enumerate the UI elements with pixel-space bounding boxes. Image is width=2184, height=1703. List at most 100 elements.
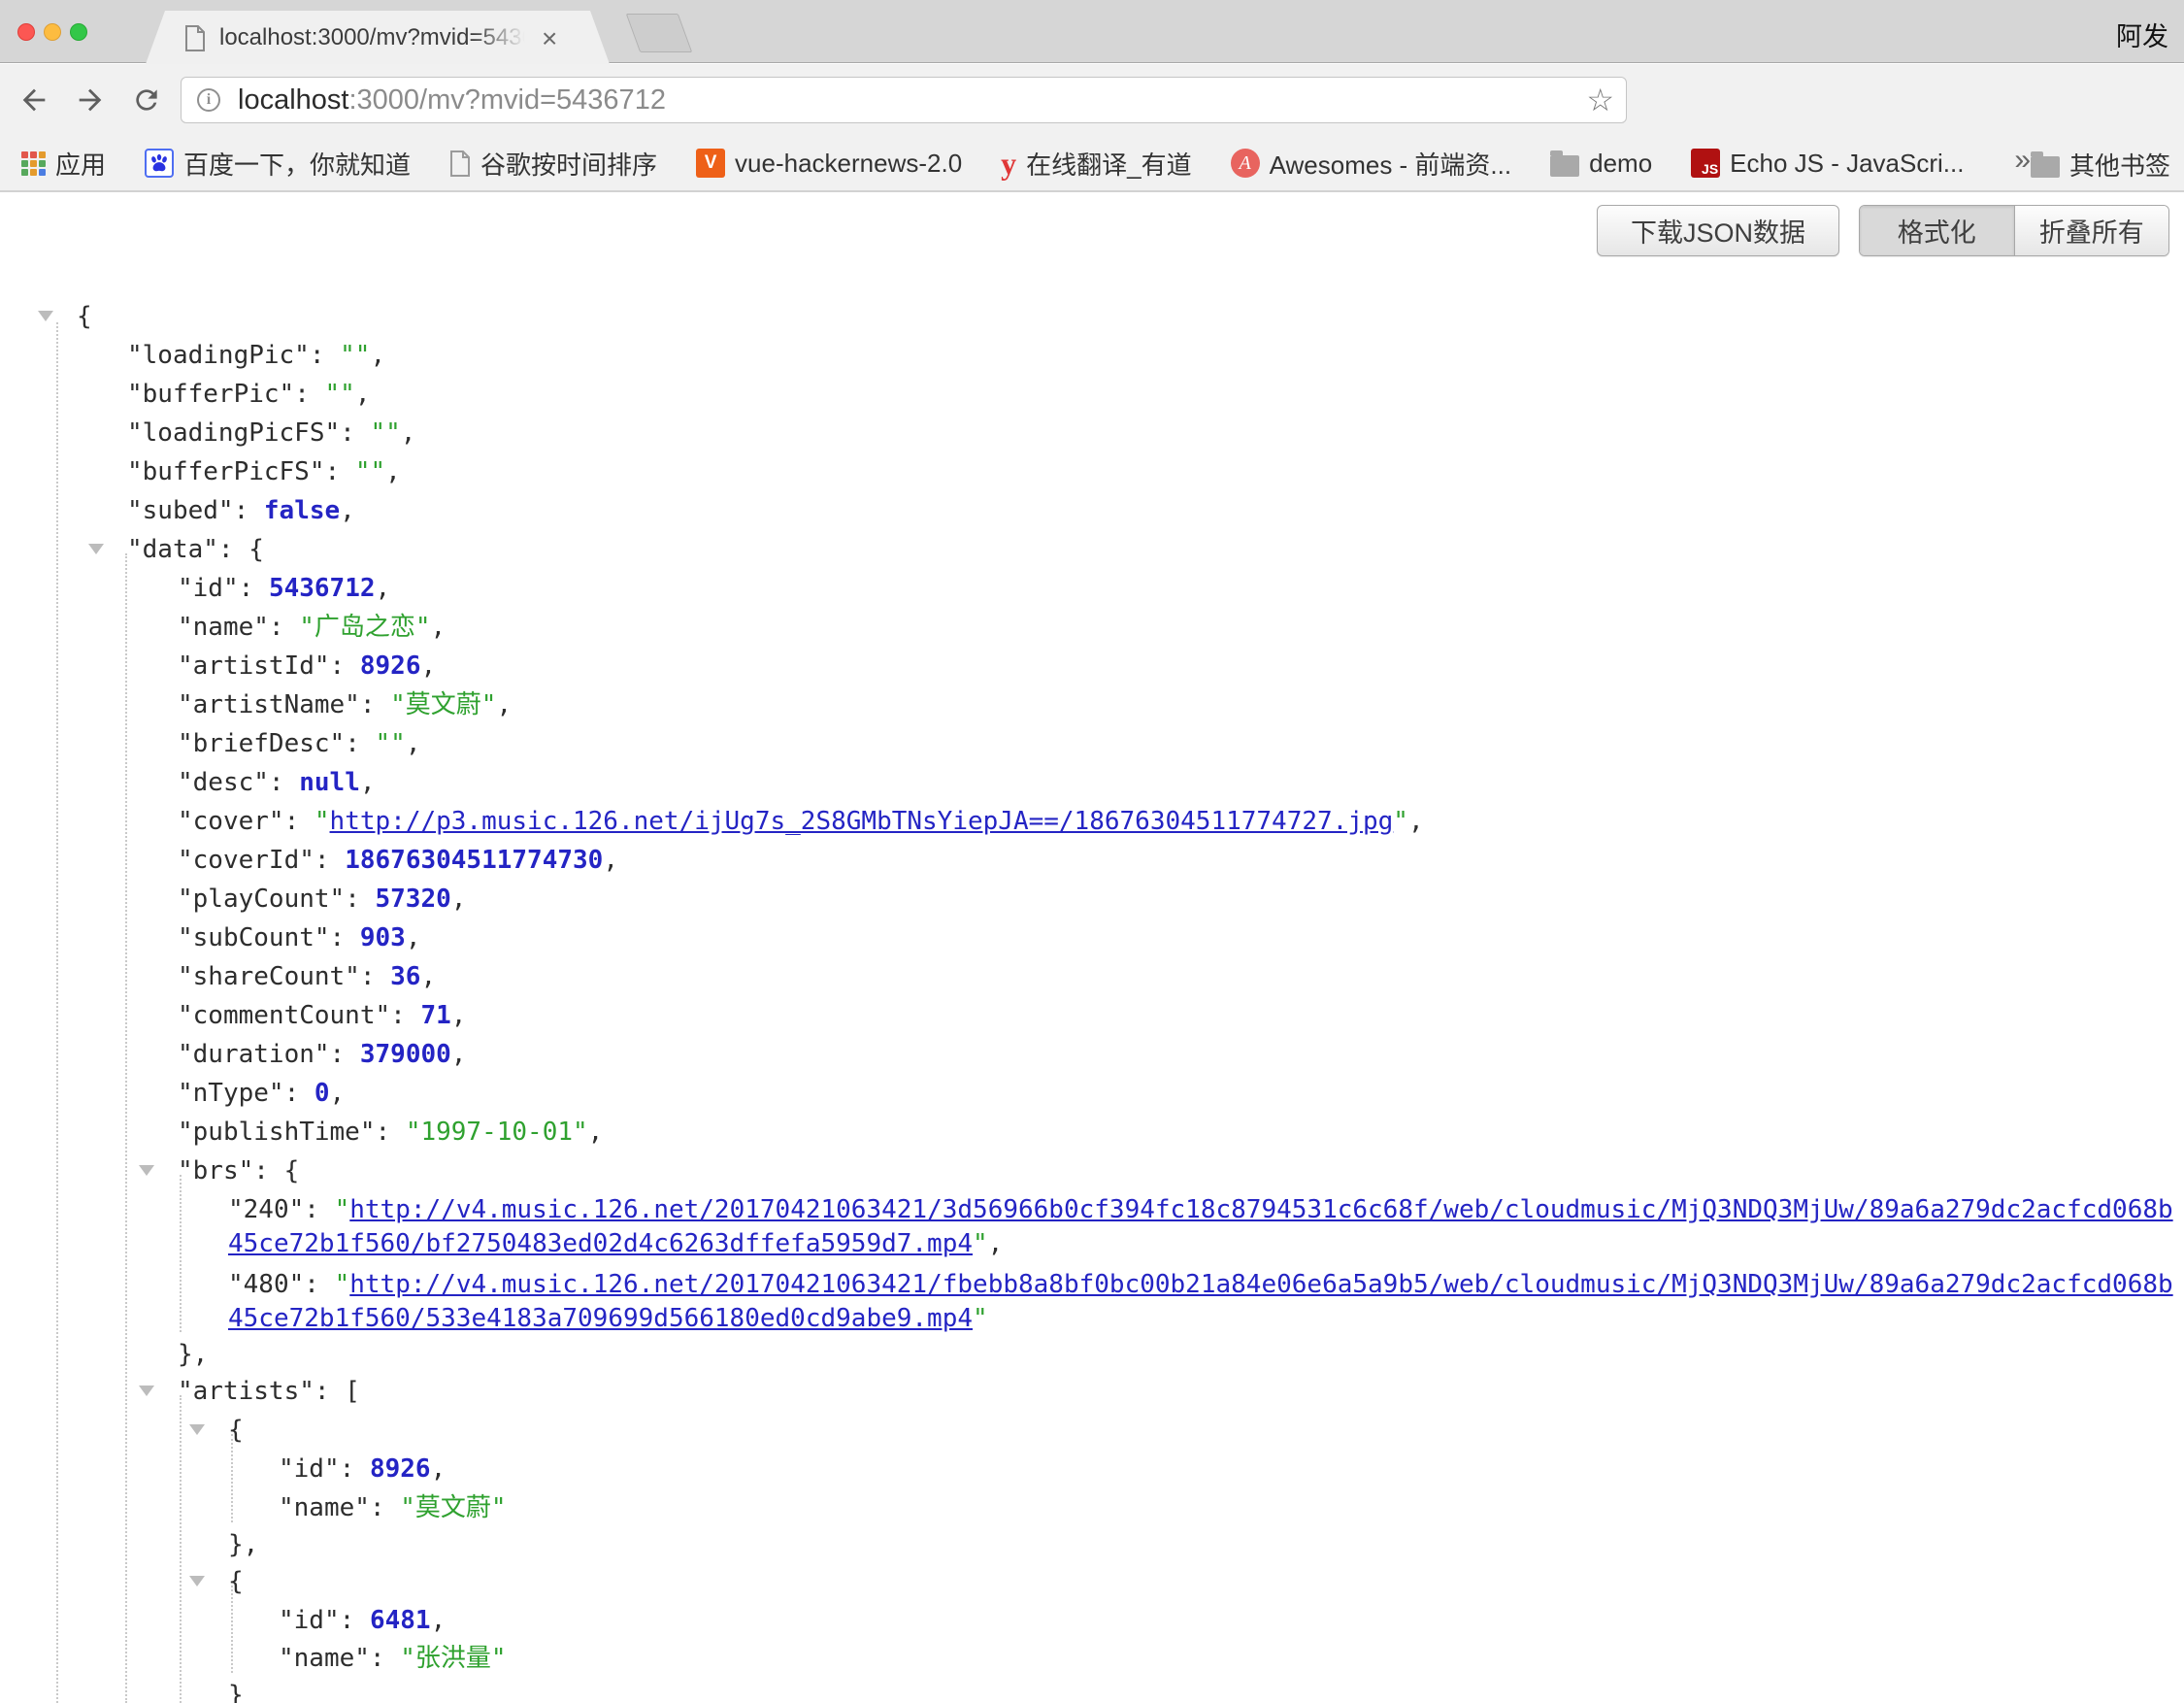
json-link[interactable]: 45ce72b1f560/bf2750483ed02d4c6263dffefa5… (228, 1229, 973, 1258)
json-line: "480": "http://v4.music.126.net/20170421… (228, 1265, 2173, 1304)
download-json-button[interactable]: 下载JSON数据 (1597, 205, 1839, 256)
json-line: "loadingPicFS": "", (127, 414, 415, 452)
youdao-icon: y (1001, 149, 1016, 178)
page-info-icon[interactable]: i (197, 88, 220, 112)
json-line: "commentCount": 71, (178, 996, 466, 1035)
json-punctuation: , (406, 729, 421, 758)
json-line: "brs": { (178, 1152, 299, 1190)
bookmark-demo[interactable]: demo (1550, 149, 1652, 179)
bookmark-google-sort[interactable]: 谷歌按时间排序 (449, 146, 657, 182)
reload-button[interactable] (128, 82, 165, 118)
json-key: "briefDesc" (178, 729, 345, 758)
json-key: "name" (279, 1493, 370, 1522)
json-punctuation: , (588, 1118, 604, 1147)
json-number: 903 (360, 923, 406, 952)
back-arrow-icon (17, 83, 50, 117)
window-close-icon[interactable] (17, 23, 35, 41)
json-string: " (973, 1229, 988, 1258)
json-punctuation: : [ (314, 1377, 360, 1406)
bookmark-youdao[interactable]: y 在线翻译_有道 (1001, 146, 1191, 182)
json-punctuation: : (390, 1001, 420, 1030)
json-number: 6481 (370, 1606, 431, 1635)
bookmark-echojs[interactable]: JS Echo JS - JavaScri... (1691, 149, 1964, 179)
collapse-all-button[interactable]: 折叠所有 (2015, 206, 2169, 255)
collapse-toggle-icon[interactable] (88, 544, 104, 554)
json-string: "" (340, 341, 370, 370)
forward-button[interactable] (72, 82, 109, 118)
json-key: "subCount" (178, 923, 330, 952)
json-line: { (77, 297, 92, 336)
json-line: "artistId": 8926, (178, 647, 436, 685)
json-line: "shareCount": 36, (178, 957, 436, 996)
json-punctuation: }, (228, 1530, 258, 1559)
bookmark-apps[interactable]: 应用 (21, 146, 106, 182)
window-zoom-icon[interactable] (70, 23, 87, 41)
other-bookmarks-label: 其他书签 (2069, 147, 2170, 183)
tab-close-icon[interactable]: × (542, 23, 557, 54)
folder-icon (1550, 155, 1579, 177)
json-number: 0 (314, 1079, 330, 1108)
bookmark-awesomes[interactable]: A Awesomes - 前端资... (1231, 146, 1511, 182)
bookmarks-bar: 应用 百度一下，你就知道 谷歌按时间排序 V vue-hackernews-2.… (0, 136, 2184, 192)
json-string: " (1393, 807, 1408, 836)
new-tab-button[interactable] (626, 14, 693, 52)
json-number: 8926 (370, 1454, 431, 1484)
back-button[interactable] (16, 82, 52, 118)
json-keyword: false (264, 496, 340, 525)
json-line: }, (228, 1525, 258, 1564)
active-tab[interactable]: localhost:3000/mv?mvid=5436712 × (146, 11, 610, 64)
reload-icon (131, 84, 162, 116)
json-punctuation: , (330, 1079, 346, 1108)
url-bar[interactable]: i localhost:3000/mv?mvid=5436712 ☆ (181, 77, 1627, 123)
json-punctuation: : (376, 1118, 406, 1147)
bookmark-vue-hackernews[interactable]: V vue-hackernews-2.0 (696, 149, 962, 179)
tab-title-fade (474, 11, 534, 64)
collapse-toggle-icon[interactable] (189, 1424, 205, 1435)
json-punctuation: : (304, 1195, 334, 1224)
json-string: " (314, 807, 330, 836)
json-link[interactable]: http://p3.music.126.net/ijUg7s_2S8GMbTNs… (330, 807, 1394, 836)
json-string: " (973, 1304, 988, 1333)
json-key: "id" (178, 574, 239, 603)
forward-arrow-icon (74, 83, 107, 117)
json-key: "shareCount" (178, 962, 360, 991)
json-link[interactable]: http://v4.music.126.net/20170421063421/3… (349, 1195, 2172, 1224)
json-line: "coverId": 18676304511774730, (178, 841, 618, 880)
json-line: "playCount": 57320, (178, 880, 466, 918)
window-minimize-icon[interactable] (44, 23, 61, 41)
tree-guide-line (125, 553, 127, 1703)
json-line: "id": 6481, (279, 1601, 446, 1640)
json-key: "data" (127, 535, 218, 564)
url-text[interactable]: localhost:3000/mv?mvid=5436712 (238, 78, 666, 122)
collapse-toggle-icon[interactable] (139, 1386, 154, 1396)
json-punctuation: : (340, 1606, 370, 1635)
json-punctuation: , (340, 496, 355, 525)
json-line: } (228, 1676, 244, 1703)
json-line: "subed": false, (127, 491, 355, 530)
bookmark-star-icon[interactable]: ☆ (1586, 78, 1614, 122)
profile-name[interactable]: 阿发 (2116, 16, 2168, 53)
collapse-toggle-icon[interactable] (189, 1576, 205, 1586)
bookmark-label: 百度一下，你就知道 (183, 146, 411, 182)
json-link[interactable]: 45ce72b1f560/533e4183a709699d566180ed0cd… (228, 1304, 973, 1333)
bookmark-baidu[interactable]: 百度一下，你就知道 (145, 146, 411, 182)
bookmarks-overflow-chevron[interactable]: » (2014, 144, 2031, 177)
json-string: "" (376, 729, 406, 758)
json-line: "id": 8926, (279, 1450, 446, 1488)
json-key: "artists" (178, 1377, 314, 1406)
json-line: "loadingPic": "", (127, 336, 385, 375)
json-number: 8926 (360, 651, 421, 681)
collapse-toggle-icon[interactable] (38, 311, 53, 321)
other-bookmarks[interactable]: 其他书签 (2031, 147, 2170, 183)
json-key: "artistName" (178, 690, 360, 719)
json-punctuation: : (234, 496, 264, 525)
tree-guide-line (56, 322, 58, 1703)
json-key: "id" (279, 1454, 340, 1484)
page-favicon-icon (184, 25, 206, 51)
json-link[interactable]: http://v4.music.126.net/20170421063421/f… (349, 1270, 2172, 1299)
format-button[interactable]: 格式化 (1860, 206, 2015, 255)
collapse-toggle-icon[interactable] (139, 1165, 154, 1176)
json-key: "name" (279, 1644, 370, 1673)
json-line: "bufferPicFS": "", (127, 452, 401, 491)
json-punctuation: : (330, 923, 360, 952)
